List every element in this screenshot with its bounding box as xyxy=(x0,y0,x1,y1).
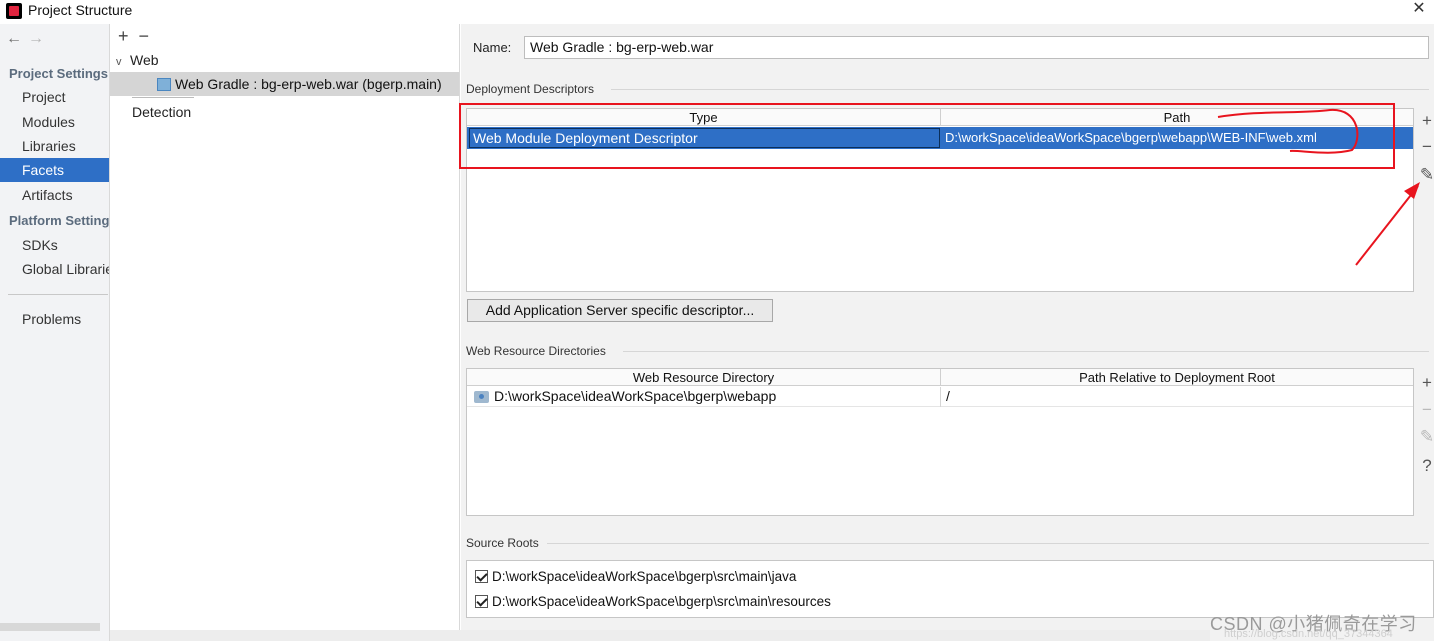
web-resource-directories-table: Web Resource Directory Path Relative to … xyxy=(466,368,1414,516)
nav-horizontal-scrollbar[interactable] xyxy=(0,623,100,631)
help-icon[interactable]: ? xyxy=(1419,457,1434,475)
tree-node-web[interactable]: v Web xyxy=(116,52,159,68)
add-server-descriptor-button[interactable]: Add Application Server specific descript… xyxy=(467,299,773,322)
watermark-url: https://blog.csdn.net/qq_37344364 xyxy=(1224,628,1393,640)
add-facet-icon[interactable]: + xyxy=(118,26,129,46)
deployment-descriptors-table: Type Path Web Module Deployment Descript… xyxy=(466,108,1414,292)
add-descriptor-icon[interactable]: + xyxy=(1419,112,1434,130)
table-row[interactable]: D:\workSpace\ideaWorkSpace\bgerp\webapp … xyxy=(467,387,1413,407)
nav-divider xyxy=(8,294,108,295)
edit-web-resource-icon[interactable]: ✎ xyxy=(1419,428,1434,446)
nav-item-sdks[interactable]: SDKs xyxy=(0,233,109,257)
source-root-item[interactable]: D:\workSpace\ideaWorkSpace\bgerp\src\mai… xyxy=(475,569,796,589)
title-bar: Project Structure ✕ xyxy=(0,0,1434,24)
web-resource-directory-cell[interactable]: D:\workSpace\ideaWorkSpace\bgerp\webapp xyxy=(494,388,776,404)
project-settings-heading: Project Settings xyxy=(9,66,108,81)
source-root-checkbox[interactable] xyxy=(475,570,488,583)
section-divider xyxy=(547,543,1429,544)
tree-node-web-label: Web xyxy=(130,52,159,68)
descriptor-path-cell[interactable]: D:\workSpace\ideaWorkSpace\bgerp\webapp\… xyxy=(945,128,1317,147)
intellij-idea-logo-icon xyxy=(6,3,22,19)
section-divider xyxy=(611,89,1429,90)
window-title: Project Structure xyxy=(28,2,133,18)
table-row[interactable]: Web Module Deployment Descriptor D:\work… xyxy=(467,127,1413,149)
web-facet-icon xyxy=(157,78,171,91)
nav-item-problems[interactable]: Problems xyxy=(0,307,109,331)
column-header-relative-path[interactable]: Path Relative to Deployment Root xyxy=(941,369,1413,386)
nav-item-modules[interactable]: Modules xyxy=(0,110,109,134)
folder-icon xyxy=(474,391,489,403)
nav-item-facets[interactable]: Facets xyxy=(0,158,109,182)
settings-nav: ←→ Project Settings Project Modules Libr… xyxy=(0,24,110,641)
source-root-checkbox[interactable] xyxy=(475,595,488,608)
forward-arrow-icon[interactable]: → xyxy=(28,30,50,47)
column-header-web-resource-directory[interactable]: Web Resource Directory xyxy=(467,369,941,386)
edit-descriptor-icon[interactable]: ✎ xyxy=(1419,166,1434,184)
column-header-path[interactable]: Path xyxy=(941,109,1413,126)
chevron-down-icon[interactable]: v xyxy=(116,56,130,68)
remove-facet-icon[interactable]: − xyxy=(139,26,150,46)
tree-node-web-gradle[interactable]: Web Gradle : bg-erp-web.war (bgerp.main) xyxy=(110,72,459,96)
source-root-path: D:\workSpace\ideaWorkSpace\bgerp\src\mai… xyxy=(492,569,797,584)
facets-tree-panel: + − v Web Web Gradle : bg-erp-web.war (bge… xyxy=(110,24,460,641)
nav-arrows: ←→ xyxy=(6,30,50,48)
relative-path-cell[interactable]: / xyxy=(946,388,950,404)
tree-node-detection[interactable]: Detection xyxy=(132,104,191,120)
tree-node-web-gradle-label: Web Gradle : bg-erp-web.war (bgerp.main) xyxy=(175,76,442,92)
web-resource-directories-title: Web Resource Directories xyxy=(466,344,606,358)
section-divider xyxy=(623,351,1429,352)
column-header-type[interactable]: Type xyxy=(467,109,941,126)
remove-descriptor-icon[interactable]: − xyxy=(1419,138,1434,156)
close-icon[interactable]: ✕ xyxy=(1410,0,1428,18)
add-web-resource-icon[interactable]: + xyxy=(1419,374,1434,392)
back-arrow-icon[interactable]: ← xyxy=(6,30,28,47)
nav-item-libraries[interactable]: Libraries xyxy=(0,134,109,158)
nav-item-project[interactable]: Project xyxy=(0,85,109,109)
name-label: Name: xyxy=(473,40,512,55)
platform-settings-heading: Platform Settings xyxy=(9,213,110,228)
nav-item-global-libraries[interactable]: Global Libraries xyxy=(0,257,109,281)
deployment-descriptors-title: Deployment Descriptors xyxy=(466,82,595,96)
bottom-strip xyxy=(110,630,1210,641)
detection-separator xyxy=(132,97,194,98)
tree-toolbar: + − xyxy=(118,26,159,47)
source-root-item[interactable]: D:\workSpace\ideaWorkSpace\bgerp\src\mai… xyxy=(475,594,831,614)
facet-settings-panel: Name: Web Gradle : bg-erp-web.war Deploy… xyxy=(461,24,1434,641)
nav-item-artifacts[interactable]: Artifacts xyxy=(0,183,109,207)
descriptor-type-cell[interactable]: Web Module Deployment Descriptor xyxy=(469,128,940,148)
name-field[interactable]: Web Gradle : bg-erp-web.war xyxy=(524,36,1429,59)
column-separator xyxy=(940,387,941,407)
source-roots-title: Source Roots xyxy=(466,536,539,550)
source-root-path: D:\workSpace\ideaWorkSpace\bgerp\src\mai… xyxy=(492,594,831,609)
remove-web-resource-icon[interactable]: − xyxy=(1419,401,1434,419)
